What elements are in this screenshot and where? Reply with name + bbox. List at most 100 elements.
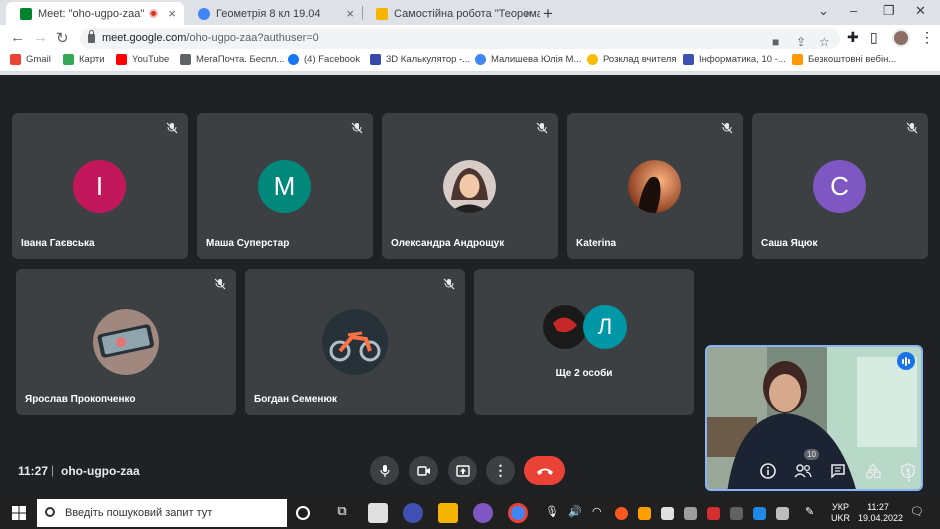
participant-tile[interactable]: I Івана Гаєвська bbox=[12, 113, 188, 259]
bookmark-webinars[interactable]: Безкоштовні вебін... bbox=[792, 54, 896, 65]
tab-title: Meet: "oho-ugpo-zaa" bbox=[38, 7, 145, 20]
chrome-icon[interactable] bbox=[508, 503, 528, 523]
bookmark-facebook[interactable]: (4) Facebook bbox=[288, 54, 360, 65]
participant-tile[interactable]: M Маша Суперстар bbox=[197, 113, 373, 259]
participant-tile[interactable]: Богдан Семенюк bbox=[245, 269, 465, 415]
viber-icon[interactable] bbox=[473, 503, 493, 523]
minimize-button[interactable]: – bbox=[850, 3, 857, 18]
mic-icon bbox=[379, 464, 390, 477]
more-participants-tile[interactable]: Л Ще 2 особи bbox=[474, 269, 694, 415]
mic-button[interactable] bbox=[370, 456, 399, 485]
people-icon bbox=[794, 464, 812, 478]
profile-photo bbox=[443, 160, 496, 213]
avatar: M bbox=[258, 160, 311, 213]
snowflake-icon bbox=[198, 7, 210, 20]
bookmark-star-icon[interactable]: ☆ bbox=[819, 32, 830, 53]
more-options-button[interactable]: ⋮ bbox=[486, 456, 515, 485]
wifi-icon[interactable]: ◠ bbox=[592, 505, 602, 518]
participant-name: Ярослав Прокопченко bbox=[25, 394, 136, 405]
app-tray-icon[interactable] bbox=[753, 507, 766, 520]
more-vert-icon: ⋮ bbox=[493, 462, 508, 478]
present-button[interactable] bbox=[448, 456, 477, 485]
bookmark-gmail[interactable]: Gmail bbox=[10, 54, 51, 65]
tab-forms[interactable]: Самостійна робота "Теорема П × bbox=[362, 2, 540, 25]
close-icon[interactable]: × bbox=[524, 6, 532, 21]
extensions-icon[interactable]: ✚ bbox=[847, 29, 859, 46]
bookmark-schedule[interactable]: Розклад вчителя bbox=[587, 54, 677, 65]
participant-tile[interactable]: Ярослав Прокопченко bbox=[16, 269, 236, 415]
windows-start-icon[interactable] bbox=[12, 506, 26, 520]
mic-off-icon bbox=[536, 122, 548, 134]
notifications-icon[interactable]: 🗨 bbox=[910, 505, 924, 518]
leave-call-button[interactable] bbox=[524, 456, 565, 485]
profile-avatar[interactable] bbox=[892, 29, 910, 47]
tab-search-icon[interactable]: ⌄ bbox=[818, 3, 829, 19]
schedule-icon bbox=[587, 54, 598, 65]
meeting-code: oho-ugpo-zaa bbox=[61, 464, 140, 478]
input-language[interactable]: УКР UKR bbox=[831, 502, 850, 524]
side-panel-icon[interactable]: ▯ bbox=[870, 29, 878, 46]
system-clock[interactable]: 11:27 19.04.2022 bbox=[858, 502, 903, 524]
new-tab-button[interactable]: + bbox=[543, 4, 553, 24]
host-controls-button[interactable] bbox=[898, 461, 918, 481]
participant-tile[interactable]: Katerina bbox=[567, 113, 743, 259]
file-explorer-icon[interactable] bbox=[438, 503, 458, 523]
lock-icon bbox=[88, 30, 95, 43]
app-tray-icon[interactable] bbox=[615, 507, 628, 520]
meeting-details-button[interactable] bbox=[758, 461, 778, 481]
app-tray-icon[interactable] bbox=[776, 507, 789, 520]
tab-strip: Meet: "oho-ugpo-zaa" × Геометрія 8 кл 19… bbox=[0, 0, 940, 25]
pen-icon[interactable]: ✎ bbox=[805, 505, 814, 518]
menu-icon[interactable]: ⋮ bbox=[920, 29, 934, 46]
forward-button[interactable]: → bbox=[33, 29, 48, 46]
profile-photo bbox=[322, 309, 388, 375]
app-tray-icon[interactable] bbox=[638, 507, 651, 520]
speaker-icon[interactable]: 🔊 bbox=[568, 505, 582, 518]
chat-button[interactable] bbox=[828, 461, 848, 481]
geogebra-app-icon[interactable] bbox=[403, 503, 423, 523]
close-icon[interactable]: × bbox=[346, 6, 354, 21]
share-icon[interactable]: ⇪ bbox=[796, 32, 806, 53]
mic-off-icon bbox=[443, 278, 455, 290]
camera-button[interactable] bbox=[409, 456, 438, 485]
app-tray-icon[interactable] bbox=[730, 507, 743, 520]
youtube-icon bbox=[116, 54, 127, 65]
cortana-icon[interactable] bbox=[296, 506, 310, 520]
close-icon[interactable]: × bbox=[168, 6, 176, 21]
app-tray-icon[interactable] bbox=[661, 507, 674, 520]
classroom-icon bbox=[683, 54, 694, 65]
tab-geometry[interactable]: Геометрія 8 кл 19.04 × bbox=[184, 2, 362, 25]
participant-name: Маша Суперстар bbox=[206, 238, 290, 249]
people-button[interactable] bbox=[793, 461, 813, 481]
bookmark-maps[interactable]: Карти bbox=[63, 54, 105, 65]
whiteboard-app-icon[interactable] bbox=[368, 503, 388, 523]
avatar: I bbox=[73, 160, 126, 213]
tab-meet[interactable]: Meet: "oho-ugpo-zaa" × bbox=[6, 2, 184, 25]
maximize-button[interactable]: ❐ bbox=[883, 3, 895, 19]
activities-button[interactable] bbox=[863, 461, 883, 481]
bookmark-3d-calculator[interactable]: 3D Калькулятор -... bbox=[370, 54, 470, 65]
microphone-tray-icon[interactable]: 🎙 bbox=[545, 505, 559, 518]
speaking-indicator-icon bbox=[897, 352, 915, 370]
task-view-icon[interactable]: ⧉ bbox=[332, 503, 352, 523]
back-button[interactable]: ← bbox=[10, 29, 25, 46]
info-icon bbox=[760, 463, 776, 479]
recording-dot-icon bbox=[149, 9, 158, 18]
participant-tile[interactable]: C Саша Яцюк bbox=[752, 113, 928, 259]
address-bar[interactable]: meet.google.com/oho-ugpo-zaa?authuser=0 … bbox=[80, 28, 840, 49]
bookmark-malysheva[interactable]: Малишева Юлія М... bbox=[475, 54, 581, 65]
bookmark-youtube[interactable]: YouTube bbox=[116, 54, 169, 65]
app-tray-icon[interactable] bbox=[707, 507, 720, 520]
participant-tile[interactable]: Олександра Андрощук bbox=[382, 113, 558, 259]
google-meet-icon bbox=[20, 7, 32, 20]
bookmark-megapochta[interactable]: МегаПочта. Беспл... bbox=[180, 54, 284, 65]
avatar: Л bbox=[583, 305, 627, 349]
more-participants-label: Ще 2 особи bbox=[555, 368, 613, 379]
taskbar-search-input[interactable]: Введіть пошуковий запит тут bbox=[37, 499, 287, 527]
app-tray-icon[interactable] bbox=[684, 507, 697, 520]
close-window-button[interactable]: ✕ bbox=[915, 3, 926, 19]
meeting-controls: 11:27 | oho-ugpo-zaa ⋮ 10 bbox=[0, 445, 940, 497]
camera-in-use-icon[interactable]: ■ bbox=[772, 32, 779, 53]
bookmark-informatics[interactable]: Інформатика, 10 -... bbox=[683, 54, 786, 65]
reload-button[interactable]: ↻ bbox=[56, 29, 69, 47]
